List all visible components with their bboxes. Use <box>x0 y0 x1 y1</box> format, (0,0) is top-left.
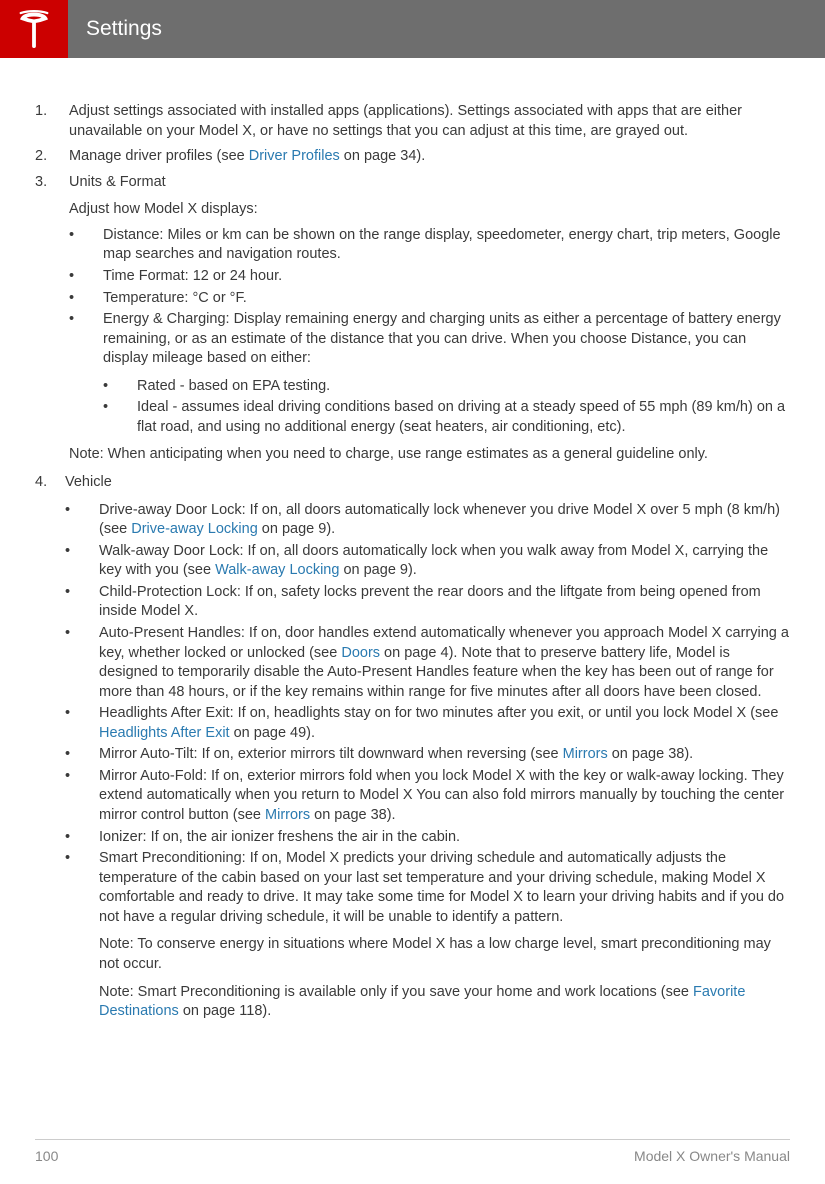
item-2-text-b: on page 34). <box>340 148 425 164</box>
headlights-after-exit-link[interactable]: Headlights After Exit <box>99 725 230 741</box>
page-title: Settings <box>68 0 162 58</box>
manual-title: Model X Owner's Manual <box>634 1148 790 1164</box>
item-4-ionizer: Ionizer: If on, the air ionizer freshens… <box>65 828 790 848</box>
item-4-title: Vehicle <box>65 474 112 490</box>
tesla-logo-icon <box>0 0 68 58</box>
item-2-text-a: Manage driver profiles (see <box>69 148 249 164</box>
item-4-headlights: Headlights After Exit: If on, headlights… <box>65 704 790 743</box>
item-4-autopresent: Auto-Present Handles: If on, door handle… <box>65 624 790 702</box>
mirrors-link-2[interactable]: Mirrors <box>265 807 310 823</box>
item-1: Adjust settings associated with installe… <box>35 102 790 141</box>
item-4-driveaway: Drive-away Door Lock: If on, all doors a… <box>65 501 790 540</box>
item-3-distance: Distance: Miles or km can be shown on th… <box>69 226 790 265</box>
page-number: 100 <box>35 1148 58 1164</box>
drive-away-locking-link[interactable]: Drive-away Locking <box>131 521 258 537</box>
item-4-note2: Note: Smart Preconditioning is available… <box>99 983 790 1022</box>
item-3-time: Time Format: 12 or 24 hour. <box>69 267 790 287</box>
item-2: Manage driver profiles (see Driver Profi… <box>35 147 790 167</box>
item-3-intro: Adjust how Model X displays: <box>69 200 790 220</box>
item-4: Vehicle Drive-away Door Lock: If on, all… <box>35 473 790 1022</box>
item-4-walkaway: Walk-away Door Lock: If on, all doors au… <box>65 542 790 581</box>
item-4-mirrortilt: Mirror Auto-Tilt: If on, exterior mirror… <box>65 745 790 765</box>
item-3-note: Note: When anticipating when you need to… <box>69 445 790 465</box>
item-1-text: Adjust settings associated with installe… <box>69 103 742 139</box>
item-4-child: Child-Protection Lock: If on, safety loc… <box>65 583 790 622</box>
item-4-note1: Note: To conserve energy in situations w… <box>99 935 790 974</box>
item-4-mirrorfold: Mirror Auto-Fold: If on, exterior mirror… <box>65 767 790 826</box>
item-4-smartprecond: Smart Preconditioning: If on, Model X pr… <box>65 849 790 1022</box>
page-header: Settings <box>0 0 825 58</box>
item-3: Units & Format Adjust how Model X displa… <box>35 173 790 465</box>
content-body: Adjust settings associated with installe… <box>0 58 825 1022</box>
doors-link[interactable]: Doors <box>341 645 380 661</box>
item-3-ideal: Ideal - assumes ideal driving conditions… <box>103 398 790 437</box>
item-3-temp: Temperature: °C or °F. <box>69 289 790 309</box>
mirrors-link-1[interactable]: Mirrors <box>563 746 608 762</box>
page-footer: 100 Model X Owner's Manual <box>35 1139 790 1164</box>
walk-away-locking-link[interactable]: Walk-away Locking <box>215 562 339 578</box>
item-3-title: Units & Format <box>69 174 166 190</box>
item-3-rated: Rated - based on EPA testing. <box>103 377 790 397</box>
item-3-energy: Energy & Charging: Display remaining ene… <box>69 310 790 437</box>
driver-profiles-link[interactable]: Driver Profiles <box>249 148 340 164</box>
